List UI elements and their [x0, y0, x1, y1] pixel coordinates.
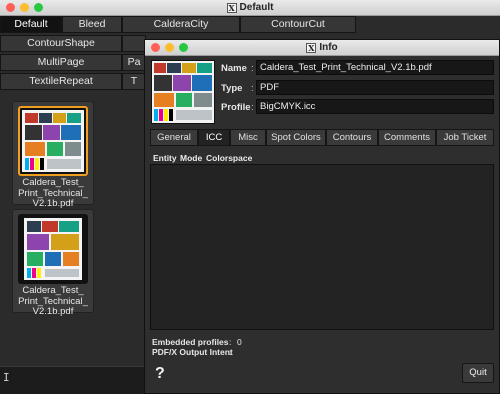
type-colon: : [251, 83, 254, 94]
profile-colon: : [251, 102, 254, 113]
type-field[interactable]: PDF [256, 80, 494, 95]
tab-contourcut[interactable]: ContourCut [240, 16, 356, 33]
tab-job-ticket[interactable]: Job Ticket [436, 129, 494, 146]
info-dialog-title: Info [319, 42, 338, 53]
x11-logo-icon: X [306, 43, 317, 53]
icc-entity-list[interactable] [150, 164, 494, 330]
file-thumbnail-2[interactable]: Caldera_Test_ Print_Technical_ V2.1b.pdf [12, 209, 94, 317]
tab-misc[interactable]: Misc [230, 129, 266, 146]
file-caption: Caldera_Test_ Print_Technical_ V2.1b.pdf [18, 285, 88, 317]
name-label: Name [221, 63, 247, 74]
profile-field[interactable]: BigCMYK.icc [256, 99, 494, 114]
info-title-bar: X Info [145, 40, 499, 56]
tab-icc[interactable]: ICC [198, 129, 230, 146]
pdfx-output-intent-label: PDF/X Output Intent [152, 347, 233, 357]
info-dialog: X Info Name : Caldera_Test_Print_Technica… [144, 39, 500, 394]
tab-contourshape[interactable]: ContourShape [0, 35, 122, 52]
column-mode[interactable]: Mode [180, 153, 202, 163]
tab-multipage[interactable]: MultiPage [0, 54, 122, 71]
tab-partial-t[interactable]: T [122, 73, 146, 90]
text-cursor-icon: I [3, 371, 10, 384]
pdfx-output-intent-colon: : [229, 347, 232, 357]
embedded-profiles-label: Embedded profiles [152, 337, 229, 347]
main-title-bar: X Default [0, 0, 500, 16]
tab-default[interactable]: Default [0, 16, 62, 33]
column-entity[interactable]: Entity [153, 153, 177, 163]
tab-general[interactable]: General [150, 129, 198, 146]
tab-textilerepeat[interactable]: TextileRepeat [0, 73, 122, 90]
tab-hidden-2[interactable] [122, 35, 146, 52]
file-thumbnail-1[interactable]: Caldera_Test_ Print_Technical_ V2.1b.pdf [12, 101, 94, 209]
quit-button[interactable]: Quit [462, 363, 494, 383]
embedded-profiles-count: 0 [237, 337, 242, 347]
print-preview-image [18, 214, 88, 284]
main-window-title: Default [239, 2, 274, 13]
name-colon: : [251, 63, 254, 74]
print-preview-image [18, 106, 88, 176]
tab-contours[interactable]: Contours [326, 129, 378, 146]
tab-bleed[interactable]: Bleed [62, 16, 122, 33]
profile-label: Profile [221, 102, 251, 113]
file-caption: Caldera_Test_ Print_Technical_ V2.1b.pdf [18, 177, 88, 209]
tab-comments[interactable]: Comments [378, 129, 436, 146]
tab-spot-colors[interactable]: Spot Colors [266, 129, 326, 146]
file-preview [151, 60, 215, 124]
column-colorspace[interactable]: Colorspace [206, 153, 252, 163]
embedded-profiles-colon: : [229, 337, 232, 347]
tab-calderacity[interactable]: CalderaCity [122, 16, 240, 33]
x11-logo-icon: X [226, 3, 237, 13]
type-label: Type [221, 83, 243, 94]
name-field[interactable]: Caldera_Test_Print_Technical_V2.1b.pdf [256, 60, 494, 75]
tab-partial-pa[interactable]: Pa [122, 54, 146, 71]
help-icon[interactable]: ? [155, 365, 165, 383]
